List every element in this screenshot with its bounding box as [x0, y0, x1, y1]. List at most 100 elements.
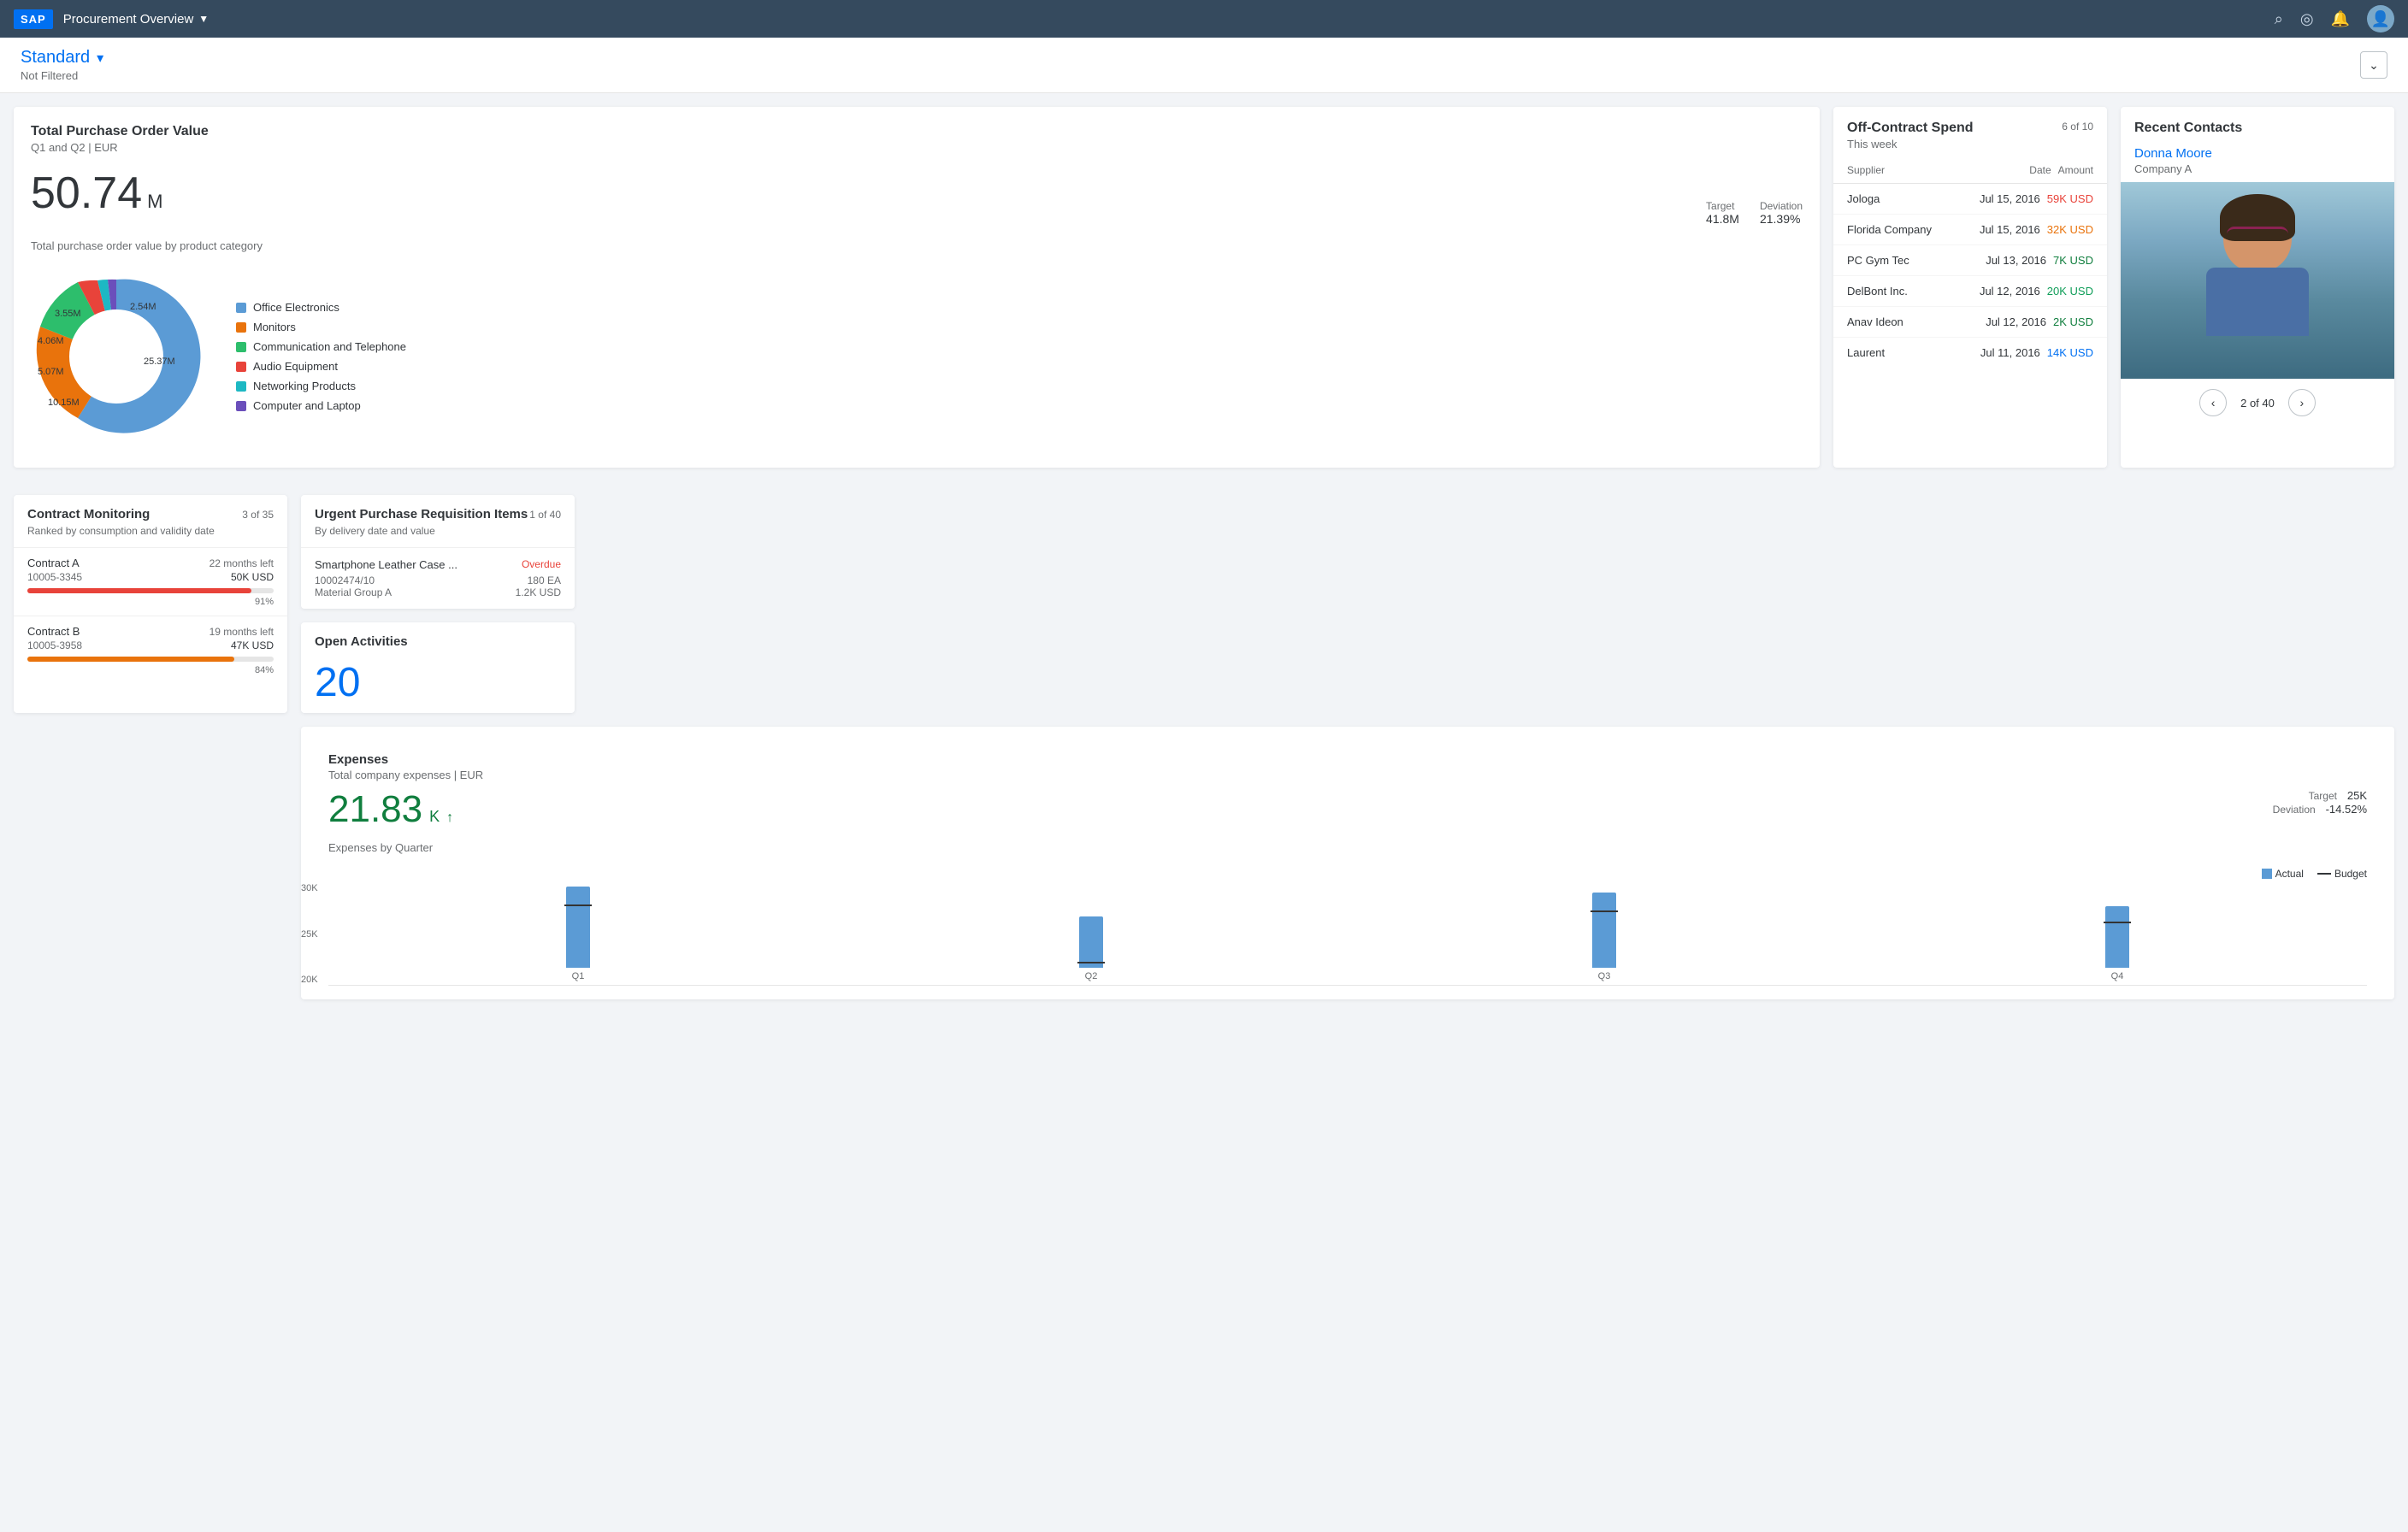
- app-title[interactable]: Procurement Overview ▼: [63, 12, 209, 27]
- chart-title: Total purchase order value by product ca…: [31, 239, 1803, 252]
- filter-bar: Standard ▾ Not Filtered ⌄: [0, 38, 2408, 93]
- y-axis: 30K 25K 20K: [301, 883, 318, 985]
- urgent-subtitle: By delivery date and value: [301, 525, 575, 547]
- donut-label-3: 4.06M: [38, 336, 64, 346]
- legend-actual-color: [2262, 869, 2272, 879]
- col-supplier: Supplier: [1847, 164, 2022, 176]
- chart-legend-items: Actual Budget: [2262, 868, 2367, 880]
- urgent-item-1-detail-2: Material Group A 1.2K USD: [315, 586, 561, 598]
- expenses-row: 21.83 K ↑ Target 25K Deviation -14.52%: [328, 788, 2367, 831]
- table-row: PC Gym Tec Jul 13, 2016 7K USD: [1833, 245, 2107, 276]
- legend-item-6: Computer and Laptop: [236, 399, 406, 412]
- bar-group-q4: Q4: [1868, 883, 2367, 981]
- search-icon[interactable]: ⌕: [2275, 10, 2283, 28]
- y-label-30k: 30K: [301, 883, 318, 893]
- contact-name[interactable]: Donna Moore: [2121, 143, 2394, 162]
- expenses-subtitle: Total company expenses | EUR: [315, 769, 2381, 788]
- contract-b-header: Contract B 19 months left: [27, 625, 274, 638]
- contract-a-pct: 91%: [27, 597, 274, 607]
- purchase-order-subtitle: Q1 and Q2 | EUR: [31, 141, 1803, 154]
- bar-q4-actual: [2105, 906, 2129, 968]
- table-row: Florida Company Jul 15, 2016 32K USD: [1833, 215, 2107, 245]
- bar-chart: 30K 25K 20K Q1 Q2: [328, 883, 2367, 986]
- contact-company: Company A: [2121, 162, 2394, 182]
- donut-label-2: 3.55M: [55, 309, 81, 319]
- contact-counter: 2 of 40: [2240, 397, 2275, 410]
- off-contract-card: Off-Contract Spend This week 6 of 10 Sup…: [1833, 107, 2107, 468]
- table-row: Jologa Jul 15, 2016 59K USD: [1833, 184, 2107, 215]
- bar-label-q4: Q4: [2111, 971, 2124, 981]
- contract-b-details: 10005-3958 47K USD: [27, 639, 274, 651]
- donut-legend: Office Electronics Monitors Communicatio…: [236, 301, 406, 412]
- chart-section: Total purchase order value by product ca…: [31, 239, 1803, 451]
- recent-contacts-header: Recent Contacts: [2121, 107, 2394, 143]
- contract-monitoring-card: Contract Monitoring 3 of 35 Ranked by co…: [14, 495, 287, 713]
- donut-chart-container: 2.54M 3.55M 4.06M 5.07M 10.15M 25.37M Of…: [31, 262, 1803, 451]
- y-label-20k: 20K: [301, 975, 318, 985]
- off-contract-title: Off-Contract Spend: [1847, 121, 1974, 136]
- contact-prev-button[interactable]: ‹: [2199, 389, 2227, 416]
- open-activities-count: 20: [301, 652, 575, 713]
- main-content: Total Purchase Order Value Q1 and Q2 | E…: [0, 93, 2408, 495]
- legend-item-4: Audio Equipment: [236, 360, 406, 373]
- contract-a-progress-bar: [27, 588, 274, 593]
- circle-icon[interactable]: ◎: [2300, 10, 2314, 28]
- middle-bottom-column: Urgent Purchase Requisition Items 1 of 4…: [301, 495, 575, 713]
- legend-color-2: [236, 322, 246, 333]
- off-contract-subtitle: This week: [1847, 138, 1974, 150]
- bar-group-q1: Q1: [328, 883, 828, 981]
- contract-b-progress-bar: [27, 657, 274, 662]
- legend-item-3: Communication and Telephone: [236, 340, 406, 353]
- contract-a-details: 10005-3345 50K USD: [27, 571, 274, 583]
- budget-line-q2: [1077, 962, 1105, 963]
- legend-budget: Budget: [2317, 868, 2367, 880]
- budget-line-q1: [564, 904, 592, 906]
- open-activities-card: Open Activities 20: [301, 622, 575, 713]
- legend-item-5: Networking Products: [236, 380, 406, 392]
- contact-next-button[interactable]: ›: [2288, 389, 2316, 416]
- col-amount: Amount: [2058, 164, 2093, 176]
- legend-budget-color: [2317, 873, 2331, 875]
- contract-monitoring-count: 3 of 35: [242, 509, 274, 521]
- contract-monitoring-header: Contract Monitoring 3 of 35: [14, 495, 287, 525]
- filter-title[interactable]: Standard ▾: [21, 48, 103, 68]
- expenses-card: Expenses Total company expenses | EUR 21…: [301, 727, 2394, 999]
- donut-label-1: 2.54M: [130, 302, 156, 312]
- contract-b-months: 19 months left: [210, 626, 274, 638]
- budget-line-q4: [2104, 922, 2131, 923]
- donut-chart: 2.54M 3.55M 4.06M 5.07M 10.15M 25.37M: [31, 271, 202, 442]
- legend-color-1: [236, 303, 246, 313]
- contract-item-a: Contract A 22 months left 10005-3345 50K…: [14, 547, 287, 616]
- user-avatar[interactable]: 👤: [2367, 5, 2394, 32]
- legend-item-1: Office Electronics: [236, 301, 406, 314]
- contract-a-progress-fill: [27, 588, 251, 593]
- table-row: DelBont Inc. Jul 12, 2016 20K USD: [1833, 276, 2107, 307]
- expenses-header: Expenses: [315, 740, 2381, 769]
- filter-toggle-button[interactable]: ⌄: [2360, 51, 2387, 79]
- donut-label-6: 25.37M: [144, 356, 175, 367]
- contract-b-progress-fill: [27, 657, 234, 662]
- table-row: Laurent Jul 11, 2016 14K USD: [1833, 338, 2107, 368]
- off-contract-table-header: Supplier Date Amount: [1833, 157, 2107, 184]
- bell-icon[interactable]: 🔔: [2331, 10, 2350, 28]
- contract-b-pct: 84%: [27, 665, 274, 675]
- bar-group-q3: Q3: [1354, 883, 1854, 981]
- contract-a-months: 22 months left: [210, 557, 274, 569]
- bottom-row: Contract Monitoring 3 of 35 Ranked by co…: [0, 495, 2408, 1013]
- recent-contacts-title: Recent Contacts: [2134, 121, 2381, 136]
- bar-q3-actual: [1592, 893, 1616, 968]
- top-navigation: SAP Procurement Overview ▼ ⌕ ◎ 🔔 👤: [0, 0, 2408, 38]
- open-activities-header: Open Activities: [301, 622, 575, 652]
- expenses-chart-title: Expenses by Quarter: [328, 841, 2367, 854]
- y-label-25k: 25K: [301, 929, 318, 940]
- legend-color-6: [236, 401, 246, 411]
- contact-navigation: ‹ 2 of 40 ›: [2121, 379, 2394, 427]
- bar-q2-actual: [1079, 916, 1103, 968]
- open-activities-title: Open Activities: [315, 634, 408, 649]
- urgent-item-1-header: Smartphone Leather Case ... Overdue: [315, 558, 561, 571]
- table-row: Anav Ideon Jul 12, 2016 2K USD: [1833, 307, 2107, 338]
- deviation-metric: Deviation 21.39%: [1760, 200, 1803, 226]
- target-metric: Target 41.8M: [1706, 200, 1739, 226]
- chart-legend: Actual Budget: [328, 861, 2367, 880]
- budget-line-q3: [1591, 910, 1618, 912]
